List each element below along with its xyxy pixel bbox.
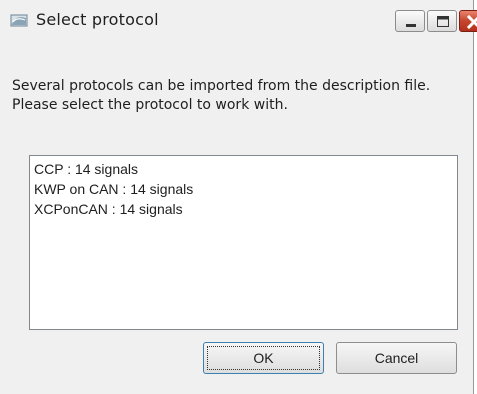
ok-button[interactable]: OK [203,342,324,374]
maximize-button[interactable] [427,10,457,32]
dialog-title: Select protocol [36,10,159,29]
list-item-ccp[interactable]: CCP : 14 signals [33,159,454,179]
minimize-icon [406,24,416,27]
select-protocol-dialog: Select protocol Several protocols can be… [0,0,477,394]
close-button[interactable] [459,10,477,32]
ok-button-label: OK [253,350,274,366]
minimize-button[interactable] [395,10,425,32]
maximize-icon [437,16,449,27]
list-item-kwp-on-can[interactable]: KWP on CAN : 14 signals [33,179,454,199]
protocol-list[interactable]: CCP : 14 signals KWP on CAN : 14 signals… [29,155,458,330]
cancel-button-label: Cancel [374,350,419,366]
close-icon [466,14,477,30]
title-bar[interactable]: Select protocol [0,0,477,40]
protocol-app-icon [10,12,28,28]
cancel-button[interactable]: Cancel [336,342,457,374]
instruction-text: Several protocols can be imported from t… [12,78,431,113]
list-item-xcp-on-can[interactable]: XCPonCAN : 14 signals [33,199,454,219]
